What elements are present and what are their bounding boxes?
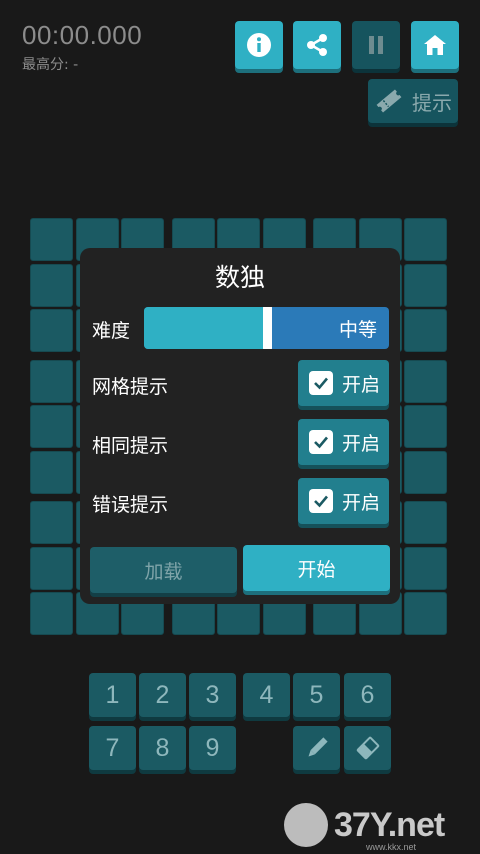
difficulty-value: 中等 <box>338 319 377 341</box>
numpad-key-4[interactable]: 4 <box>243 673 290 717</box>
checkmark-icon <box>309 430 333 454</box>
home-button[interactable] <box>411 21 459 69</box>
same-hint-label: 相同提示 <box>92 435 169 457</box>
info-button[interactable] <box>235 21 283 69</box>
hint-label: 提示 <box>412 90 452 115</box>
timer: 00:00.000 <box>22 20 143 50</box>
grid-cell[interactable] <box>30 218 73 261</box>
grid-cell[interactable] <box>30 405 73 448</box>
grid-cell[interactable] <box>404 359 447 403</box>
grid-cell[interactable] <box>30 546 73 590</box>
grid-cell[interactable] <box>30 309 73 352</box>
ticket-icon <box>376 89 402 113</box>
grid-cell[interactable] <box>30 501 73 544</box>
best-score: 最高分: - <box>22 57 79 73</box>
start-button[interactable]: 开始 <box>243 545 390 591</box>
grid-cell[interactable] <box>404 405 447 448</box>
difficulty-slider[interactable]: 中等 <box>144 307 389 349</box>
numpad-key-7[interactable]: 7 <box>89 726 136 770</box>
eraser-button[interactable] <box>344 726 391 770</box>
new-game-dialog: 数独 难度 中等 网格提示 开启 相同提示 开启 错误提示 开启 加载 开始 <box>80 248 400 604</box>
grid-cell[interactable] <box>404 263 447 307</box>
grid-cell[interactable] <box>404 309 447 352</box>
pencil-icon <box>308 737 328 757</box>
pause-button[interactable] <box>352 21 400 69</box>
difficulty-slider-thumb[interactable] <box>262 307 272 349</box>
numpad-key-9[interactable]: 9 <box>189 726 236 770</box>
same-hint-toggle-label: 开启 <box>342 432 381 455</box>
numpad-key-8[interactable]: 8 <box>139 726 186 770</box>
grid-cell[interactable] <box>30 450 73 494</box>
watermark-logo-icon <box>284 803 328 847</box>
dialog-title: 数独 <box>214 263 265 292</box>
error-hint-toggle-label: 开启 <box>342 491 381 514</box>
pencil-button[interactable] <box>293 726 340 770</box>
grid-cell[interactable] <box>30 263 73 307</box>
numpad-key-2[interactable]: 2 <box>139 673 186 717</box>
grid-cell[interactable] <box>404 546 447 590</box>
grid-cell[interactable] <box>30 592 73 635</box>
grid-cell[interactable] <box>404 592 447 635</box>
grid-hint-label: 网格提示 <box>92 376 169 398</box>
share-button[interactable] <box>293 21 341 69</box>
grid-hint-toggle[interactable]: 开启 <box>298 360 389 406</box>
grid-cell[interactable] <box>404 450 447 494</box>
watermark-brand: 37Y.net <box>334 805 445 844</box>
numpad-key-6[interactable]: 6 <box>344 673 391 717</box>
error-hint-toggle[interactable]: 开启 <box>298 478 389 524</box>
home-icon <box>424 35 446 55</box>
checkmark-icon <box>309 371 333 395</box>
error-hint-label: 错误提示 <box>92 494 169 516</box>
numpad-key-3[interactable]: 3 <box>189 673 236 717</box>
grid-cell[interactable] <box>404 501 447 544</box>
watermark-url: www.kkx.net <box>366 842 417 852</box>
hint-button[interactable]: 提示 <box>368 79 458 123</box>
numpad-key-1[interactable]: 1 <box>89 673 136 717</box>
same-hint-toggle[interactable]: 开启 <box>298 419 389 465</box>
load-button[interactable]: 加载 <box>90 547 237 593</box>
difficulty-slider-fill <box>144 307 267 349</box>
grid-cell[interactable] <box>30 359 73 403</box>
grid-hint-toggle-label: 开启 <box>342 373 381 396</box>
difficulty-label: 难度 <box>92 320 131 342</box>
checkmark-icon <box>309 489 333 513</box>
numpad-key-5[interactable]: 5 <box>293 673 340 717</box>
pause-icon <box>369 36 383 54</box>
share-icon <box>307 34 327 56</box>
eraser-icon <box>356 736 379 760</box>
info-icon <box>247 33 271 57</box>
grid-cell[interactable] <box>404 218 447 261</box>
